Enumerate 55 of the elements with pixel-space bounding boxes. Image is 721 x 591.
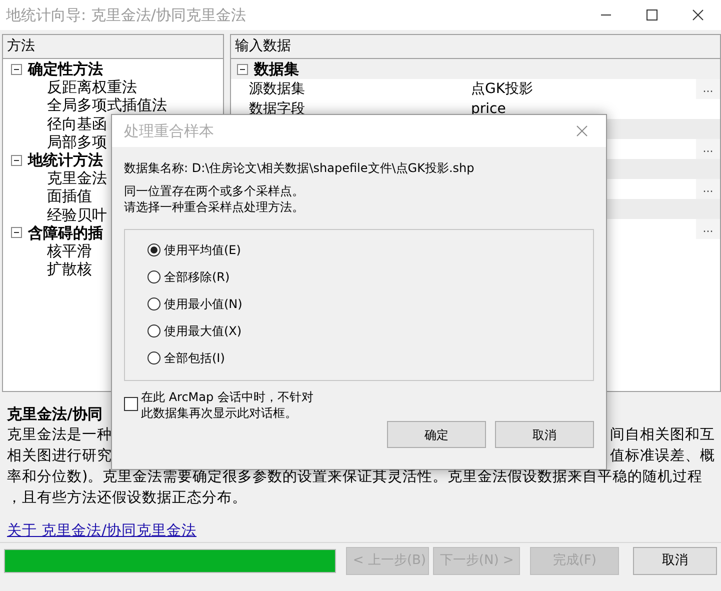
- browse-button[interactable]: ...: [696, 219, 720, 239]
- panel-header: 方法: [3, 35, 223, 59]
- property-value[interactable]: 点GK投影: [471, 79, 696, 99]
- close-icon: [692, 9, 704, 21]
- description-text: 相关图进行研究: [7, 447, 112, 466]
- browse-button[interactable]: ...: [696, 179, 720, 199]
- description-title: 克里金法/协同: [7, 404, 102, 425]
- checkbox-label: 在此 ArcMap 会话中时，不针对 此数据集再次显示此对话框。: [141, 389, 314, 421]
- option-label[interactable]: 使用最大值(X): [164, 322, 242, 340]
- tree-item[interactable]: 反距离权重法: [3, 78, 137, 96]
- wizard-button[interactable]: 取消: [633, 547, 717, 575]
- radio-button[interactable]: [147, 350, 161, 364]
- maximize-icon: [646, 9, 658, 21]
- description-text: 克里金法是一种: [7, 426, 112, 445]
- radio-button[interactable]: [147, 242, 161, 256]
- tree-item[interactable]: 径向基函: [3, 114, 107, 133]
- option-label[interactable]: 全部移除(R): [164, 268, 230, 286]
- collapse-icon[interactable]: [237, 64, 248, 74]
- dialog-button[interactable]: 确定: [387, 421, 486, 448]
- radio-button[interactable]: [147, 296, 161, 310]
- option-label[interactable]: 使用最小值(N): [164, 294, 242, 312]
- tree-item[interactable]: 扩散核: [3, 260, 92, 278]
- property-name: 源数据集: [248, 80, 306, 99]
- tree-item[interactable]: 面插值: [3, 187, 92, 206]
- description-text: ，且有些方法还假设数据正态分布。: [7, 488, 247, 508]
- tree-item[interactable]: 克里金法: [3, 169, 107, 188]
- help-link[interactable]: 关于 克里金法/协同克里金法: [7, 521, 196, 542]
- message-text: 请选择一种重合采样点处理方法。: [124, 199, 305, 215]
- tree-group-label[interactable]: 地统计方法: [28, 151, 103, 170]
- browse-button[interactable]: ...: [696, 79, 720, 99]
- tree-item[interactable]: 核平滑: [3, 242, 92, 260]
- window-title: 地统计向导: 克里金法/协同克里金法: [6, 4, 247, 26]
- option-label[interactable]: 使用平均值(E): [164, 240, 241, 258]
- option-label[interactable]: 全部包括(I): [164, 348, 225, 366]
- tree-group-label[interactable]: 含障碍的插: [28, 224, 103, 242]
- description-text: 间自相关图和互: [610, 426, 715, 445]
- browse-button[interactable]: ...: [696, 139, 720, 159]
- checkbox[interactable]: [124, 397, 138, 411]
- radio-button[interactable]: [147, 270, 161, 284]
- tree-item[interactable]: 全局多项式插值法: [3, 96, 167, 115]
- tree-item[interactable]: 局部多项: [3, 132, 107, 152]
- collapse-icon[interactable]: [11, 154, 22, 166]
- dataset-path: 数据集名称: D:\住房论文\相关数据\shapefile文件\点GK投影.shp: [124, 160, 476, 177]
- message-text: 同一位置存在两个或多个采样点。: [124, 183, 305, 199]
- panel-header: 输入数据: [231, 35, 720, 59]
- section-label: 数据集: [254, 59, 299, 79]
- close-icon: [576, 125, 588, 137]
- dialog-button[interactable]: 取消: [495, 421, 594, 448]
- collapse-icon[interactable]: [11, 227, 22, 238]
- collapse-icon[interactable]: [11, 64, 22, 75]
- radio-button[interactable]: [147, 324, 161, 338]
- dialog-title: 处理重合样本: [124, 120, 214, 142]
- tree-item[interactable]: 经验贝叶: [3, 206, 107, 224]
- tree-group-label[interactable]: 确定性方法: [28, 60, 103, 78]
- description-text: 值标准误差、概: [610, 447, 715, 466]
